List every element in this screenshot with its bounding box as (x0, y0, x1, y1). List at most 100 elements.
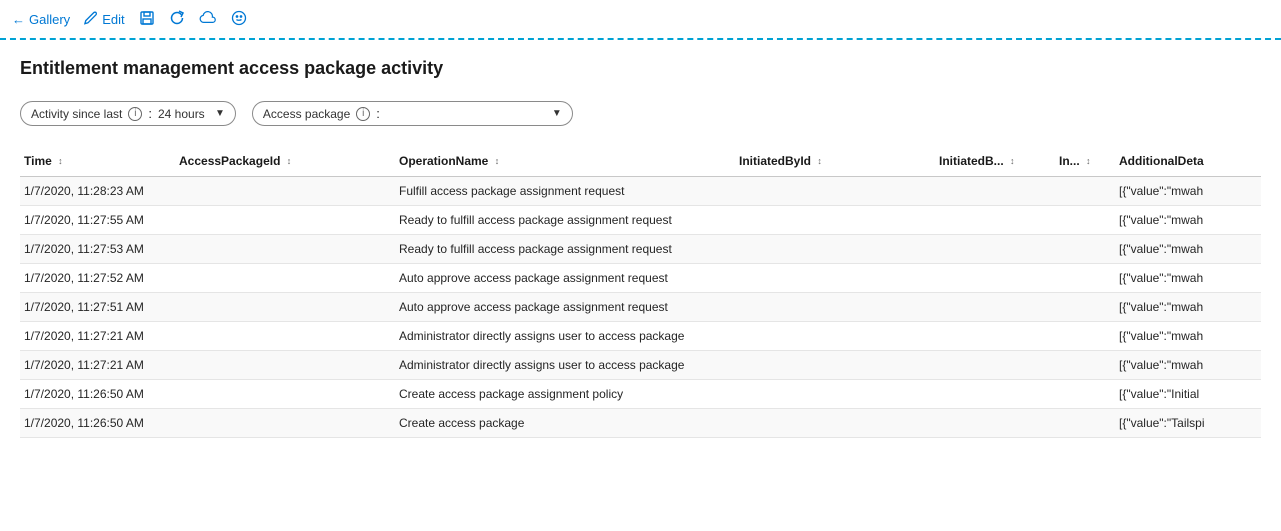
cell-time: 1/7/2020, 11:27:21 AM (20, 351, 175, 380)
cell-apid (175, 177, 395, 206)
access-package-filter[interactable]: Access package i : ▼ (252, 101, 573, 126)
col-iid-label: InitiatedById (739, 154, 811, 168)
cell-apid (175, 206, 395, 235)
activity-table: Time ↕ AccessPackageId ↕ OperationName ↕… (20, 146, 1261, 438)
sort-icon-ib[interactable]: ↕ (1010, 157, 1015, 166)
table-row: 1/7/2020, 11:27:52 AMAuto approve access… (20, 264, 1261, 293)
save-icon (139, 10, 155, 29)
cell-in (1055, 293, 1115, 322)
col-header-apid[interactable]: AccessPackageId ↕ (175, 146, 395, 177)
refresh-icon (169, 10, 185, 29)
cell-in (1055, 235, 1115, 264)
cell-in (1055, 409, 1115, 438)
cell-in (1055, 177, 1115, 206)
cell-ad: [{"value":"mwah (1115, 235, 1261, 264)
activity-select[interactable]: 24 hours 48 hours 7 days 30 days (158, 107, 209, 121)
col-header-time[interactable]: Time ↕ (20, 146, 175, 177)
sort-icon-apid[interactable]: ↕ (287, 157, 292, 166)
cell-op: Create access package assignment policy (395, 380, 735, 409)
col-header-iid[interactable]: InitiatedById ↕ (735, 146, 935, 177)
gallery-button[interactable]: ← Gallery (12, 12, 70, 27)
cell-op: Create access package (395, 409, 735, 438)
cell-in (1055, 322, 1115, 351)
cell-ad: [{"value":"mwah (1115, 177, 1261, 206)
cell-in (1055, 380, 1115, 409)
cell-time: 1/7/2020, 11:27:52 AM (20, 264, 175, 293)
col-ib-label: InitiatedB... (939, 154, 1004, 168)
cell-iid (735, 380, 935, 409)
table-row: 1/7/2020, 11:27:55 AM Ready to fulfill ac… (20, 206, 1261, 235)
activity-filter[interactable]: Activity since last i : 24 hours 48 hour… (20, 101, 236, 126)
cell-iid (735, 206, 935, 235)
cell-op: Ready to fulfill access package assignme… (395, 235, 735, 264)
cell-time: 1/7/2020, 11:27:53 AM (20, 235, 175, 264)
edit-label: Edit (102, 12, 124, 27)
col-apid-label: AccessPackageId (179, 154, 280, 168)
cell-apid (175, 351, 395, 380)
back-arrow-icon: ← (12, 12, 25, 27)
save-button[interactable] (139, 10, 155, 29)
cell-time: 1/7/2020, 11:27:55 AM (20, 206, 175, 235)
cell-op: Ready to fulfill access package assignme… (395, 206, 735, 235)
activity-colon: : (148, 106, 152, 121)
cell-iid (735, 177, 935, 206)
cell-ib (935, 264, 1055, 293)
cell-ad: [{"value":"Initial (1115, 380, 1261, 409)
cell-ib (935, 235, 1055, 264)
cell-op: Fulfill access package assignment reques… (395, 177, 735, 206)
col-header-in[interactable]: In... ↕ (1055, 146, 1115, 177)
cell-ad: [{"value":"mwah (1115, 322, 1261, 351)
edit-icon (84, 11, 98, 28)
cell-time: 1/7/2020, 11:26:50 AM (20, 409, 175, 438)
table-header-row: Time ↕ AccessPackageId ↕ OperationName ↕… (20, 146, 1261, 177)
sort-icon-time[interactable]: ↕ (58, 157, 63, 166)
cell-iid (735, 351, 935, 380)
sort-icon-op[interactable]: ↕ (495, 157, 500, 166)
cell-ad: [{"value":"mwah (1115, 264, 1261, 293)
toolbar: ← Gallery Edit (0, 0, 1281, 40)
smiley-button[interactable] (231, 10, 247, 29)
activity-label: Activity since last (31, 107, 122, 121)
cell-ib (935, 206, 1055, 235)
cell-in (1055, 264, 1115, 293)
cell-ib (935, 409, 1055, 438)
table-row: 1/7/2020, 11:27:51 AMAuto approve access… (20, 293, 1261, 322)
cell-ad: [{"value":"mwah (1115, 206, 1261, 235)
cell-time: 1/7/2020, 11:28:23 AM (20, 177, 175, 206)
access-package-info-icon: i (356, 107, 370, 121)
table-row: 1/7/2020, 11:27:21 AM Administrator direc… (20, 351, 1261, 380)
cell-ib (935, 293, 1055, 322)
access-package-colon: : (376, 106, 380, 121)
table-row: 1/7/2020, 11:28:23 AM Fulfill access pack… (20, 177, 1261, 206)
sort-icon-iid[interactable]: ↕ (817, 157, 822, 166)
access-package-dropdown-arrow: ▼ (552, 108, 562, 119)
cell-op: Administrator directly assigns user to a… (395, 351, 735, 380)
page-title: Entitlement management access package ac… (20, 58, 1261, 79)
sort-icon-in[interactable]: ↕ (1086, 157, 1091, 166)
cell-time: 1/7/2020, 11:26:50 AM (20, 380, 175, 409)
cell-apid (175, 235, 395, 264)
edit-button[interactable]: Edit (84, 11, 124, 28)
cloud-button[interactable] (199, 11, 217, 28)
cell-ib (935, 322, 1055, 351)
col-header-op[interactable]: OperationName ↕ (395, 146, 735, 177)
cell-op: Auto approve access package assignment r… (395, 293, 735, 322)
refresh-button[interactable] (169, 10, 185, 29)
activity-info-icon: i (128, 107, 142, 121)
cell-in (1055, 351, 1115, 380)
col-in-label: In... (1059, 154, 1080, 168)
cell-apid (175, 380, 395, 409)
cell-ad: [{"value":"mwah (1115, 293, 1261, 322)
access-package-input[interactable] (386, 107, 546, 121)
cell-iid (735, 322, 935, 351)
cell-time: 1/7/2020, 11:27:21 AM (20, 322, 175, 351)
col-ad-label: AdditionalDeta (1119, 154, 1204, 168)
table-row: 1/7/2020, 11:27:53 AM Ready to fulfill ac… (20, 235, 1261, 264)
smiley-icon (231, 10, 247, 29)
cell-apid (175, 293, 395, 322)
col-time-label: Time (24, 154, 52, 168)
col-header-ad: AdditionalDeta (1115, 146, 1261, 177)
col-op-label: OperationName (399, 154, 488, 168)
col-header-ib[interactable]: InitiatedB... ↕ (935, 146, 1055, 177)
cell-ib (935, 351, 1055, 380)
